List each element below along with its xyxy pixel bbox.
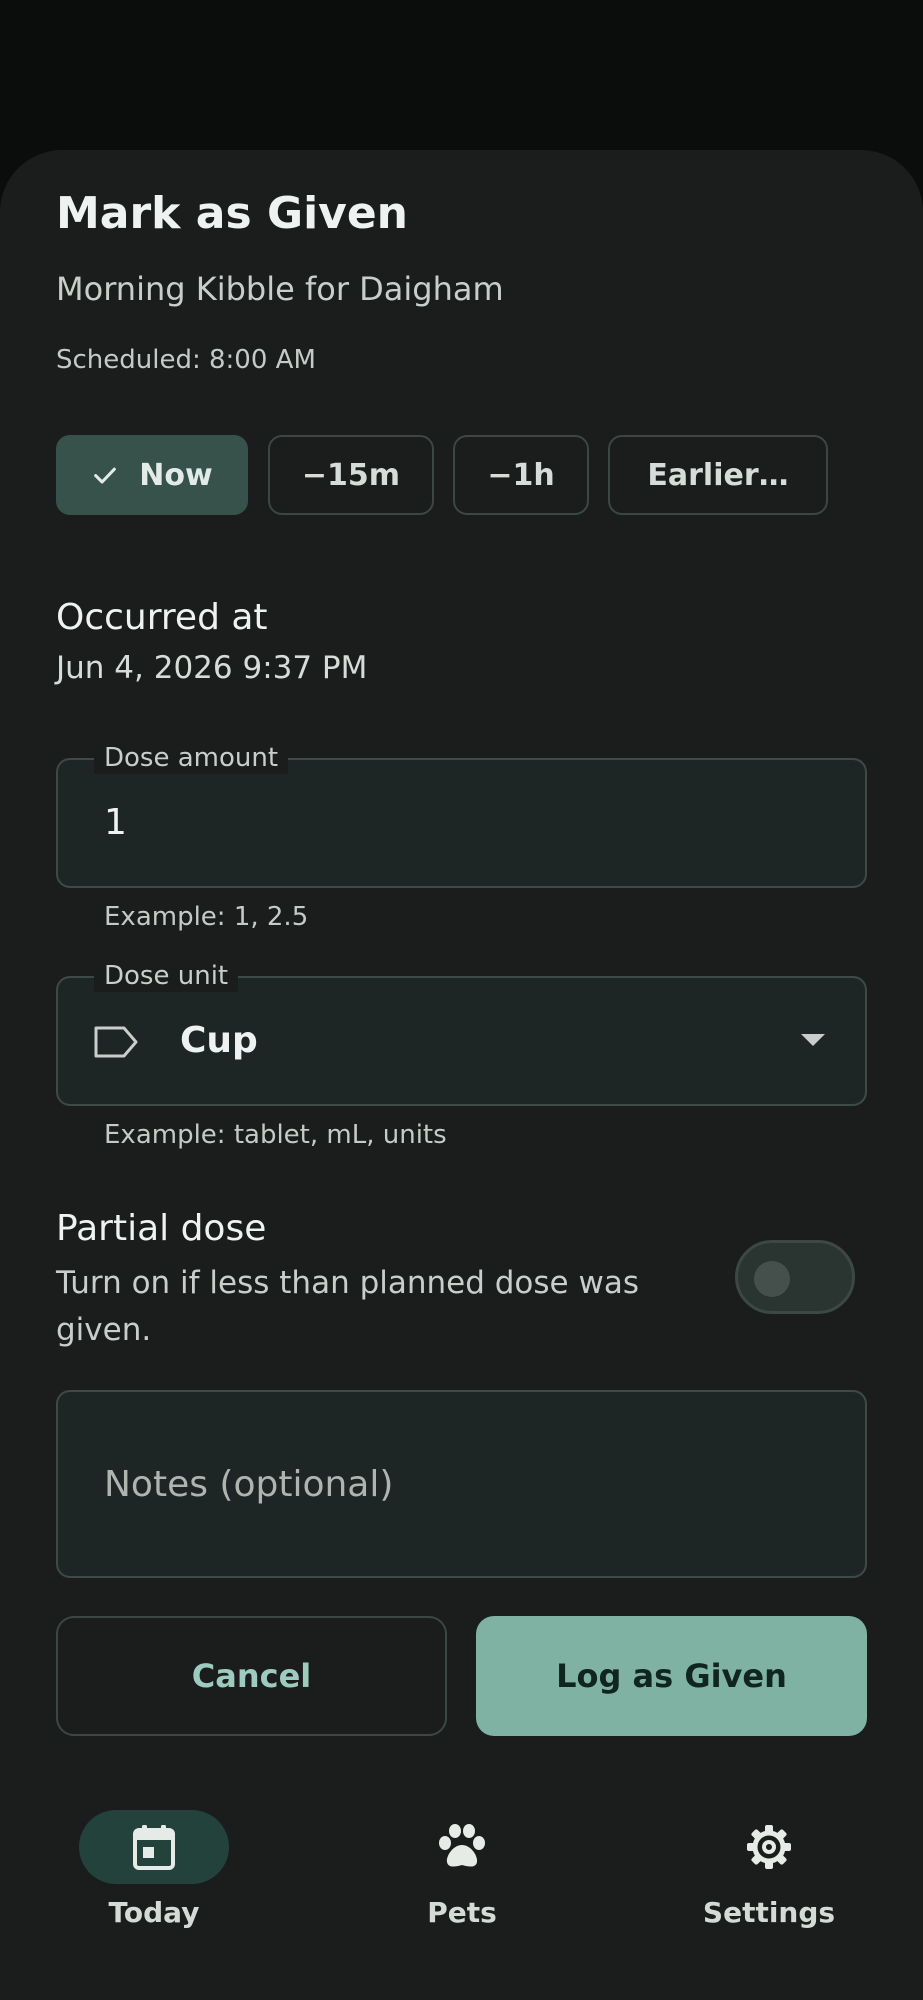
calendar-icon bbox=[133, 1825, 175, 1870]
nav-pets-indicator bbox=[387, 1810, 537, 1884]
notes-field[interactable]: Notes (optional) bbox=[56, 1390, 867, 1578]
partial-dose-description: Turn on if less than planned dose was gi… bbox=[56, 1265, 639, 1348]
occurred-at-label: Occurred at bbox=[56, 597, 268, 638]
cancel-button[interactable]: Cancel bbox=[56, 1616, 447, 1736]
nav-settings-label: Settings bbox=[702, 1896, 836, 1929]
nav-settings-indicator bbox=[694, 1810, 844, 1884]
dose-unit-helper: Example: tablet, mL, units bbox=[104, 1120, 447, 1150]
dropdown-arrow-icon[interactable] bbox=[801, 1034, 825, 1046]
chip-minus-15m[interactable]: −15m bbox=[268, 435, 434, 515]
dose-amount-label: Dose amount bbox=[94, 742, 289, 774]
dose-unit-select[interactable]: Dose unit Cup bbox=[56, 960, 867, 1106]
toggle-knob bbox=[754, 1261, 790, 1297]
occurred-at-value[interactable]: Jun 4, 2026 9:37 PM bbox=[56, 650, 367, 686]
dose-amount-value[interactable]: 1 bbox=[104, 802, 127, 843]
log-as-given-button[interactable]: Log as Given bbox=[476, 1616, 867, 1736]
gear-icon bbox=[747, 1825, 791, 1869]
paw-icon bbox=[439, 1824, 485, 1867]
dose-amount-helper: Example: 1, 2.5 bbox=[104, 902, 309, 932]
partial-dose-title: Partial dose bbox=[56, 1208, 267, 1249]
sheet-subtitle: Morning Kibble for Daigham bbox=[56, 270, 504, 308]
nav-today-indicator bbox=[79, 1810, 229, 1884]
dose-amount-field[interactable]: Dose amount 1 bbox=[56, 742, 867, 888]
nav-today-label: Today bbox=[108, 1896, 200, 1929]
label-tag-icon bbox=[94, 1026, 138, 1058]
nav-item-pets[interactable]: Pets bbox=[362, 1810, 562, 1929]
nav-item-today[interactable]: Today bbox=[54, 1810, 254, 1929]
chip-minus-1h[interactable]: −1h bbox=[453, 435, 589, 515]
chip-minus-1h-label: −1h bbox=[487, 457, 555, 493]
chip-now[interactable]: Now bbox=[56, 435, 248, 515]
nav-item-settings[interactable]: Settings bbox=[669, 1810, 869, 1929]
dose-unit-value: Cup bbox=[180, 1020, 258, 1061]
chip-minus-15m-label: −15m bbox=[301, 457, 401, 493]
nav-pets-label: Pets bbox=[427, 1896, 497, 1929]
dose-unit-label: Dose unit bbox=[94, 960, 239, 992]
chip-now-label: Now bbox=[139, 457, 213, 493]
sheet-title: Mark as Given bbox=[56, 188, 408, 239]
notes-placeholder: Notes (optional) bbox=[104, 1464, 394, 1505]
chip-earlier[interactable]: Earlier… bbox=[608, 435, 828, 515]
chip-earlier-label: Earlier… bbox=[647, 457, 789, 493]
partial-dose-toggle[interactable] bbox=[735, 1240, 855, 1314]
scheduled-time: Scheduled: 8:00 AM bbox=[56, 345, 316, 375]
check-icon bbox=[94, 467, 117, 484]
